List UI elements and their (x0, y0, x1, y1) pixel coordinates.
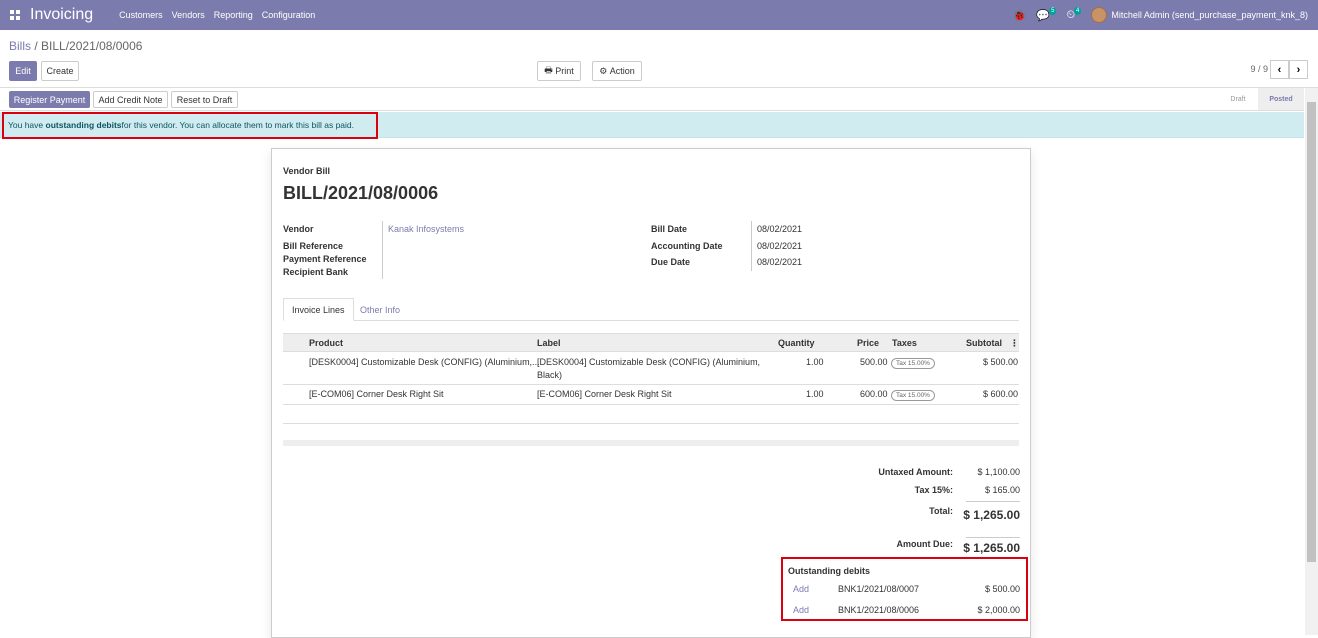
scrollbar[interactable] (1305, 88, 1318, 635)
activity-badge: 4 (1074, 7, 1082, 15)
breadcrumb-bills[interactable]: Bills (9, 39, 31, 53)
create-button[interactable]: Create (41, 61, 79, 81)
menu-vendors[interactable]: Vendors (172, 10, 205, 20)
tax-tag: Tax 15.00% (891, 389, 935, 401)
col-subtotal[interactable]: Subtotal (966, 338, 1002, 348)
untaxed-amount-value: $ 1,100.00 (977, 467, 1020, 477)
bill-date-field[interactable]: 08/02/2021 (757, 224, 802, 234)
row-price[interactable]: 600.00 (860, 389, 888, 399)
row-product[interactable]: [E-COM06] Corner Desk Right Sit (309, 389, 444, 399)
pager-value[interactable]: 9 / 9 (1250, 64, 1268, 74)
row-label[interactable]: [E-COM06] Corner Desk Right Sit (537, 389, 672, 399)
total-divider (966, 501, 1020, 502)
avatar (1091, 7, 1108, 23)
row-product[interactable]: [DESK0004] Customizable Desk (CONFIG) (A… (309, 357, 540, 367)
notebook-tabs: Invoice Lines Other Info (283, 298, 1019, 321)
bill-reference-label: Bill Reference (283, 241, 344, 251)
breadcrumb-current: BILL/2021/08/0006 (41, 39, 143, 53)
recipient-bank-label: Recipient Bank (283, 267, 349, 277)
breadcrumb-separator: / (31, 39, 42, 53)
scrollbar-thumb[interactable] (1307, 102, 1316, 562)
tax-tag-label: Tax 15.00% (891, 390, 935, 401)
pager-next-button[interactable]: › (1289, 60, 1308, 79)
print-button[interactable]: 🖶 Print (537, 61, 581, 81)
tax-value: $ 165.00 (984, 485, 1020, 495)
row-price[interactable]: 500.00 (860, 357, 888, 367)
activity-icon[interactable]: ⏲ 4 (1066, 7, 1082, 22)
control-panel: Bills / BILL/2021/08/0006 Edit Create 🖶 … (0, 30, 1318, 88)
bug-icon[interactable]: 🐞 (1013, 9, 1027, 22)
bill-date-label: Bill Date (651, 224, 688, 234)
reset-to-draft-button[interactable]: Reset to Draft (171, 91, 238, 108)
col-taxes[interactable]: Taxes (892, 338, 917, 348)
stage-posted: Posted (1258, 88, 1304, 110)
edit-button[interactable]: Edit (9, 61, 37, 81)
tax-label: Tax 15%: (914, 485, 953, 495)
print-icon: 🖶 (544, 65, 556, 75)
row-subtotal: $ 600.00 (983, 389, 1019, 399)
action-button[interactable]: ⚙ Action (592, 61, 642, 81)
due-date-label: Due Date (651, 257, 691, 267)
chat-icon[interactable]: 💬 5 (1036, 7, 1057, 22)
gear-icon: ⚙ (599, 65, 610, 76)
menu-configuration[interactable]: Configuration (262, 10, 316, 20)
vendor-label: Vendor (283, 224, 314, 234)
print-label: Print (555, 66, 574, 76)
status-bar: Register Payment Add Credit Note Reset t… (0, 88, 1304, 111)
accounting-date-field[interactable]: 08/02/2021 (757, 241, 802, 251)
main-navbar: Invoicing Customers Vendors Reporting Co… (0, 0, 1318, 30)
table-footer (283, 440, 1019, 446)
col-quantity[interactable]: Quantity (778, 338, 815, 348)
register-payment-button[interactable]: Register Payment (9, 91, 90, 108)
app-name[interactable]: Invoicing (30, 6, 93, 24)
row-quantity[interactable]: 1.00 (806, 357, 824, 367)
user-menu[interactable]: Mitchell Admin (send_purchase_payment_kn… (1091, 7, 1308, 23)
col-price[interactable]: Price (857, 338, 879, 348)
tax-tag-label: Tax 15.00% (891, 358, 935, 369)
amount-due-divider (966, 537, 1020, 538)
apps-menu-icon[interactable] (0, 0, 30, 30)
vendor-field[interactable]: Kanak Infosystems (388, 224, 464, 234)
page-title: BILL/2021/08/0006 (283, 183, 439, 203)
accounting-date-label: Accounting Date (651, 241, 723, 251)
total-value: $ 1,265.00 (963, 508, 1020, 522)
add-credit-note-button[interactable]: Add Credit Note (93, 91, 168, 108)
row-divider (283, 404, 1019, 405)
col-product[interactable]: Product (309, 338, 343, 348)
doc-type: Vendor Bill (283, 166, 331, 176)
amount-due-label: Amount Due: (896, 539, 954, 549)
row-subtotal: $ 500.00 (983, 357, 1019, 367)
row-divider (283, 384, 1019, 385)
row-quantity[interactable]: 1.00 (806, 389, 824, 399)
row-label[interactable]: [DESK0004] Customizable Desk (CONFIG) (A… (537, 357, 760, 367)
payment-reference-label: Payment Reference (283, 254, 367, 264)
stage-draft: Draft (1230, 95, 1246, 103)
menu-reporting[interactable]: Reporting (214, 10, 253, 20)
tax-tag: Tax 15.00% (891, 357, 935, 369)
menu-customers[interactable]: Customers (119, 10, 163, 20)
amount-due-value: $ 1,265.00 (963, 541, 1020, 555)
chat-badge: 5 (1049, 7, 1057, 15)
tab-other-info[interactable]: Other Info (352, 298, 408, 321)
pager-previous-button[interactable]: ‹ (1270, 60, 1289, 79)
action-label: Action (609, 66, 635, 76)
vendor-divider (382, 221, 383, 279)
alert-highlight-box (2, 112, 378, 139)
outstanding-highlight-box (781, 557, 1028, 621)
user-name: Mitchell Admin (send_purchase_payment_kn… (1111, 10, 1308, 20)
column-options-icon[interactable]: ⋮ (1010, 338, 1019, 349)
untaxed-amount-label: Untaxed Amount: (878, 467, 953, 477)
row-label-cont: Black) (537, 370, 563, 380)
tab-invoice-lines[interactable]: Invoice Lines (283, 298, 354, 321)
lines-table-header: Product Label Quantity Price Taxes Subto… (283, 333, 1019, 352)
row-divider (283, 423, 1019, 424)
due-date-field[interactable]: 08/02/2021 (757, 257, 802, 267)
total-label: Total: (929, 506, 953, 516)
dates-divider (751, 221, 752, 271)
col-label[interactable]: Label (537, 338, 561, 348)
breadcrumb: Bills / BILL/2021/08/0006 (9, 39, 142, 53)
